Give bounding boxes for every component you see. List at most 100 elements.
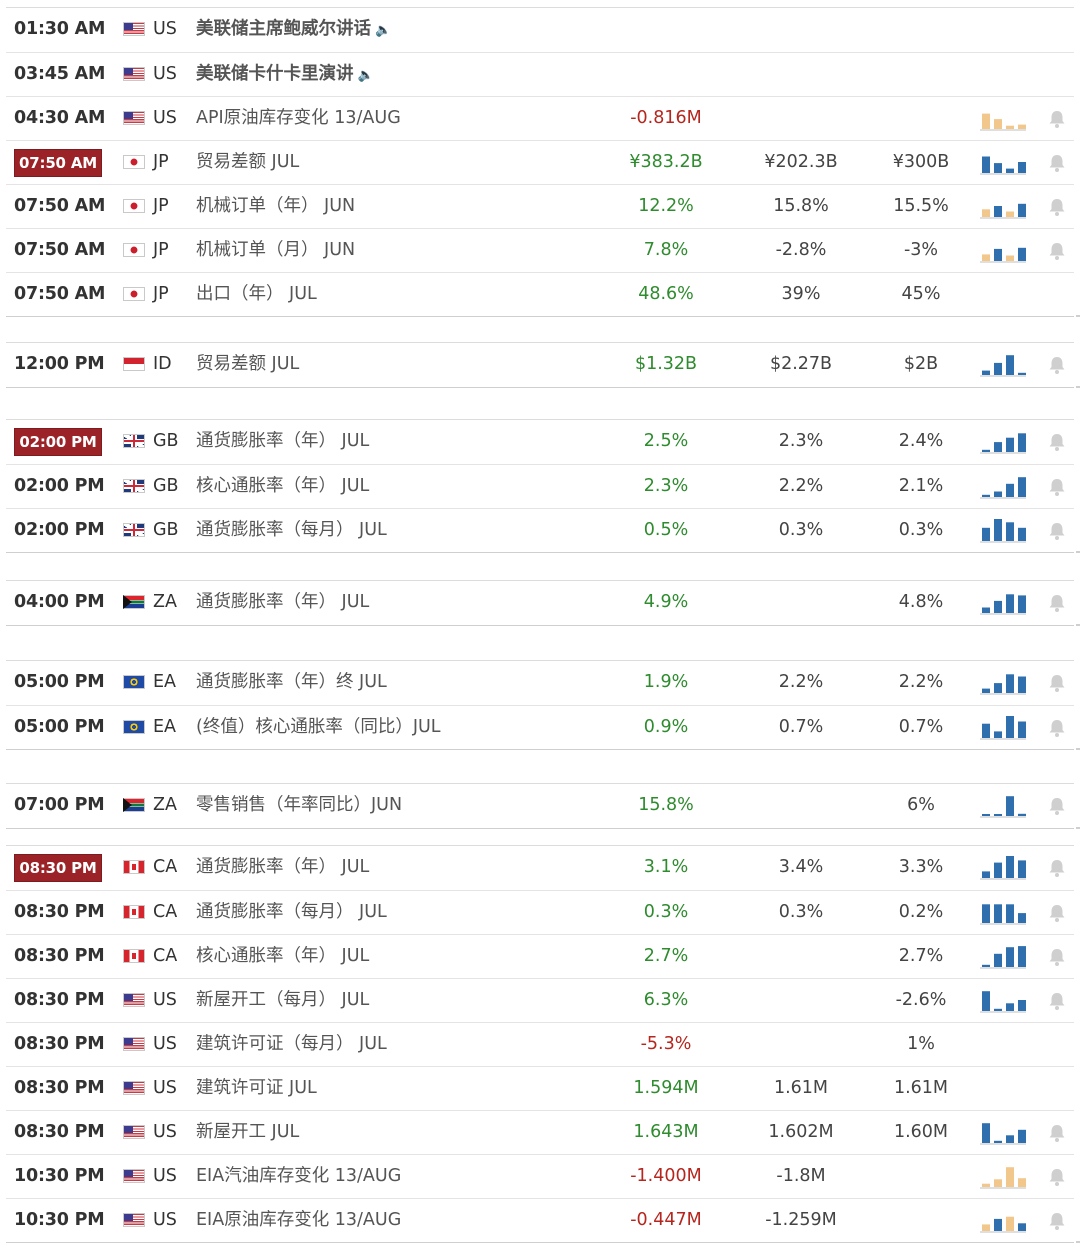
history-chart[interactable] xyxy=(980,854,1026,880)
speaker-icon[interactable]: 🔈 xyxy=(375,23,391,38)
history-chart[interactable] xyxy=(980,237,1026,263)
history-chart[interactable] xyxy=(980,193,1026,219)
history-chart[interactable] xyxy=(980,149,1026,175)
history-chart[interactable] xyxy=(980,589,1026,615)
event-row[interactable]: 08:30 PM CA 核心通胀率（年） JUL 2.7% 2.7% xyxy=(6,934,1074,978)
history-chart[interactable] xyxy=(980,351,1026,377)
event-name[interactable]: (终值）核心通胀率（同比）JUL xyxy=(196,706,616,749)
event-name[interactable]: 通货膨胀率（每月） JUL xyxy=(196,891,616,934)
history-chart[interactable] xyxy=(980,1163,1026,1189)
event-row[interactable]: 08:30 PM US 新屋开工 JUL 1.643M 1.602M 1.60M xyxy=(6,1110,1074,1154)
event-name[interactable]: 通货膨胀率（年）终 JUL xyxy=(196,661,616,704)
event-row[interactable]: 05:00 PM EA 通货膨胀率（年）终 JUL 1.9% 2.2% 2.2% xyxy=(6,661,1074,705)
bell-icon[interactable] xyxy=(1046,1211,1068,1231)
event-name[interactable]: 通货膨胀率（年） JUL xyxy=(196,846,616,889)
event-name[interactable]: 美联储卡什卡里演讲 🔈 xyxy=(196,53,616,96)
event-time: 02:00 PM xyxy=(14,428,102,456)
bell-icon[interactable] xyxy=(1046,991,1068,1011)
history-chart[interactable] xyxy=(980,1119,1026,1145)
event-name[interactable]: 核心通胀率（年） JUL xyxy=(196,465,616,508)
event-name[interactable]: 新屋开工（每月） JUL xyxy=(196,979,616,1022)
history-chart[interactable] xyxy=(980,714,1026,740)
event-name[interactable]: 通货膨胀率（年） JUL xyxy=(196,420,616,463)
event-name[interactable]: EIA原油库存变化 13/AUG xyxy=(196,1199,616,1242)
bell-icon[interactable] xyxy=(1046,718,1068,738)
bell-icon[interactable] xyxy=(1046,796,1068,816)
bell-icon[interactable] xyxy=(1046,241,1068,261)
event-name[interactable]: 美联储主席鲍威尔讲话 🔈 xyxy=(196,8,616,51)
history-chart[interactable] xyxy=(980,987,1026,1013)
event-name[interactable]: 机械订单（年） JUN xyxy=(196,185,616,228)
event-name[interactable]: 零售销售（年率同比）JUN xyxy=(196,784,616,827)
chart-bar xyxy=(1006,796,1014,816)
event-name[interactable]: EIA汽油库存变化 13/AUG xyxy=(196,1155,616,1198)
event-name[interactable]: 建筑许可证（每月） JUL xyxy=(196,1023,616,1066)
event-row[interactable]: 01:30 AM US 美联储主席鲍威尔讲话 🔈 xyxy=(6,8,1074,52)
bell-icon[interactable] xyxy=(1046,1167,1068,1187)
event-row[interactable]: 07:50 AM JP 机械订单（年） JUN 12.2% 15.8% 15.5% xyxy=(6,184,1074,228)
history-chart[interactable] xyxy=(980,428,1026,454)
bell-icon[interactable] xyxy=(1046,197,1068,217)
event-row[interactable]: 02:00 PM GB 核心通胀率（年） JUL 2.3% 2.2% 2.1% xyxy=(6,464,1074,508)
event-row[interactable]: 02:00 PM GB 通货膨胀率（年） JUL 2.5% 2.3% 2.4% xyxy=(6,420,1074,464)
previous-value: 2.1% xyxy=(898,476,944,496)
event-row[interactable]: 02:00 PM GB 通货膨胀率（每月） JUL 0.5% 0.3% 0.3% xyxy=(6,508,1074,552)
bell-icon[interactable] xyxy=(1046,355,1068,375)
event-name[interactable]: 新屋开工 JUL xyxy=(196,1111,616,1154)
forecast-value: ¥202.3B xyxy=(764,152,838,172)
event-name[interactable]: 建筑许可证 JUL xyxy=(196,1067,616,1110)
history-chart[interactable] xyxy=(980,899,1026,925)
event-row[interactable]: 07:50 AM JP 贸易差额 JUL ¥383.2B ¥202.3B ¥300B xyxy=(6,140,1074,184)
event-row[interactable]: 10:30 PM US EIA汽油库存变化 13/AUG -1.400M -1.8M xyxy=(6,1154,1074,1198)
bell-icon[interactable] xyxy=(1046,432,1068,452)
event-row[interactable]: 08:30 PM US 建筑许可证 JUL 1.594M 1.61M 1.61M xyxy=(6,1066,1074,1110)
bell-icon[interactable] xyxy=(1046,521,1068,541)
event-row[interactable]: 12:00 PM ID 贸易差额 JUL $1.32B $2.27B $2B xyxy=(6,343,1074,387)
bell-icon[interactable] xyxy=(1046,947,1068,967)
event-name[interactable]: 机械订单（月） JUN xyxy=(196,229,616,272)
event-time: 08:30 PM xyxy=(14,854,102,882)
chart-bar xyxy=(1006,483,1014,497)
event-row[interactable]: 04:00 PM ZA 通货膨胀率（年） JUL 4.9% 4.8% xyxy=(6,581,1074,625)
event-row[interactable]: 04:30 AM US API原油库存变化 13/AUG -0.816M xyxy=(6,96,1074,140)
event-name[interactable]: 出口（年） JUL xyxy=(196,273,616,316)
event-row[interactable]: 07:50 AM JP 机械订单（月） JUN 7.8% -2.8% -3% xyxy=(6,228,1074,272)
bell-icon[interactable] xyxy=(1046,109,1068,129)
event-name[interactable]: 贸易差额 JUL xyxy=(196,343,616,386)
speaker-icon[interactable]: 🔈 xyxy=(358,68,374,83)
event-row[interactable]: 03:45 AM US 美联储卡什卡里演讲 🔈 xyxy=(6,52,1074,96)
history-chart[interactable] xyxy=(980,792,1026,818)
currency-code: EA xyxy=(153,717,177,737)
event-row[interactable]: 08:30 PM CA 通货膨胀率（每月） JUL 0.3% 0.3% 0.2% xyxy=(6,890,1074,934)
actual-value: 1.643M xyxy=(633,1122,699,1142)
flag-gb-icon xyxy=(123,434,145,448)
event-name[interactable]: 通货膨胀率（年） JUL xyxy=(196,581,616,624)
history-chart[interactable] xyxy=(980,943,1026,969)
event-row[interactable]: 05:00 PM EA (终值）核心通胀率（同比）JUL 0.9% 0.7% 0.7% xyxy=(6,705,1074,749)
bell-icon[interactable] xyxy=(1046,593,1068,613)
bell-icon[interactable] xyxy=(1046,153,1068,173)
event-name[interactable]: 核心通胀率（年） JUL xyxy=(196,935,616,978)
event-name-text: 通货膨胀率（年） JUL xyxy=(196,857,370,877)
event-name[interactable]: 贸易差额 JUL xyxy=(196,141,616,184)
history-chart[interactable] xyxy=(980,1207,1026,1233)
event-name[interactable]: 通货膨胀率（每月） JUL xyxy=(196,509,616,552)
event-row[interactable]: 08:30 PM US 建筑许可证（每月） JUL -5.3% 1% xyxy=(6,1022,1074,1066)
bell-icon[interactable] xyxy=(1046,1123,1068,1143)
history-chart[interactable] xyxy=(980,669,1026,695)
chart-bar xyxy=(1018,527,1026,541)
history-chart[interactable] xyxy=(980,105,1026,131)
event-row[interactable]: 08:30 PM CA 通货膨胀率（年） JUL 3.1% 3.4% 3.3% xyxy=(6,846,1074,890)
bell-icon[interactable] xyxy=(1046,858,1068,878)
bell-icon[interactable] xyxy=(1046,477,1068,497)
history-chart[interactable] xyxy=(980,517,1026,543)
event-name[interactable]: API原油库存变化 13/AUG xyxy=(196,97,616,140)
bell-icon[interactable] xyxy=(1046,903,1068,923)
event-row[interactable]: 07:00 PM ZA 零售销售（年率同比）JUN 15.8% 6% xyxy=(6,784,1074,828)
event-row[interactable]: 10:30 PM US EIA原油库存变化 13/AUG -0.447M -1.259M xyxy=(6,1198,1074,1242)
event-row[interactable]: 08:30 PM US 新屋开工（每月） JUL 6.3% -2.6% xyxy=(6,978,1074,1022)
event-time: 02:00 PM xyxy=(14,520,105,540)
history-chart[interactable] xyxy=(980,473,1026,499)
bell-icon[interactable] xyxy=(1046,673,1068,693)
event-row[interactable]: 07:50 AM JP 出口（年） JUL 48.6% 39% 45% xyxy=(6,272,1074,316)
